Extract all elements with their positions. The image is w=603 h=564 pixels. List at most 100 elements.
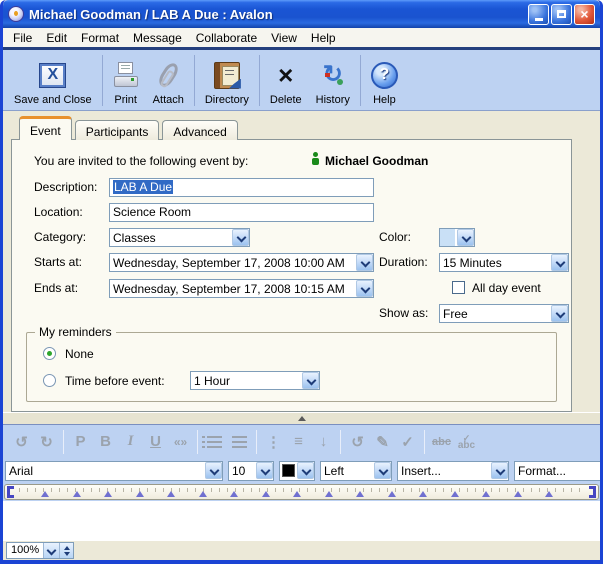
menu-message[interactable]: Message xyxy=(126,30,189,46)
tabstop-marker[interactable] xyxy=(167,491,175,497)
history-button[interactable]: ↻ History xyxy=(309,52,357,109)
menu-edit[interactable]: Edit xyxy=(39,30,74,46)
tabstop-marker[interactable] xyxy=(262,491,270,497)
fixed-font-icon[interactable]: «» xyxy=(168,431,193,453)
directory-button[interactable]: Directory xyxy=(198,52,256,109)
tabstop-marker[interactable] xyxy=(482,491,490,497)
time-before-select[interactable]: 1 Hour xyxy=(190,371,320,390)
print-button[interactable]: Print xyxy=(106,52,146,109)
font-family-select[interactable]: Arial xyxy=(5,461,223,481)
menu-format[interactable]: Format xyxy=(74,30,126,46)
tabstop-marker[interactable] xyxy=(356,491,364,497)
titlebar[interactable]: Michael Goodman / LAB A Due : Avalon × xyxy=(3,0,600,28)
tabstop-marker[interactable] xyxy=(293,491,301,497)
tab-participants[interactable]: Participants xyxy=(75,120,160,140)
left-margin-marker[interactable] xyxy=(7,486,14,498)
close-button[interactable]: × xyxy=(574,4,595,25)
font-size-select[interactable]: 10 xyxy=(228,461,274,481)
tab-advanced[interactable]: Advanced xyxy=(162,120,237,140)
revert-icon[interactable]: ↺ xyxy=(345,431,370,453)
window-title: Michael Goodman / LAB A Due : Avalon xyxy=(29,7,528,22)
chevron-down-icon[interactable] xyxy=(297,462,314,479)
tabstop-marker[interactable] xyxy=(451,491,459,497)
help-button[interactable]: ? Help xyxy=(364,52,405,109)
spell-check-icon[interactable]: abc xyxy=(454,431,479,453)
location-label: Location: xyxy=(34,203,83,222)
paragraph-marks-icon[interactable]: ≡ xyxy=(286,431,311,453)
tabstop-marker[interactable] xyxy=(514,491,522,497)
tabstop-marker[interactable] xyxy=(136,491,144,497)
ruler[interactable] xyxy=(4,484,599,500)
alignment-select[interactable]: Left xyxy=(320,461,392,481)
tabstop-marker[interactable] xyxy=(73,491,81,497)
font-color-select[interactable] xyxy=(279,461,315,481)
minimize-button[interactable] xyxy=(528,4,549,25)
tab-event[interactable]: Event xyxy=(19,116,72,140)
insert-select[interactable]: Insert... xyxy=(397,461,509,481)
chevron-down-icon[interactable] xyxy=(491,462,508,479)
undo-icon[interactable]: ↺ xyxy=(9,431,34,453)
save-and-close-button[interactable]: X Save and Close xyxy=(7,52,99,109)
chevron-down-icon[interactable] xyxy=(205,462,222,479)
tabstop-marker[interactable] xyxy=(325,491,333,497)
tabstop-marker[interactable] xyxy=(388,491,396,497)
move-down-icon[interactable]: ↓ xyxy=(311,431,336,453)
show-as-select[interactable]: Free xyxy=(439,304,569,323)
duration-select[interactable]: 15 Minutes xyxy=(439,253,569,272)
location-input[interactable]: Science Room xyxy=(109,203,374,222)
underline-icon[interactable]: U xyxy=(143,431,168,453)
chevron-down-icon[interactable] xyxy=(356,254,373,271)
all-day-checkbox[interactable] xyxy=(452,281,465,294)
italic-icon[interactable]: I xyxy=(118,431,143,453)
pen-icon[interactable]: ✎ xyxy=(370,431,395,453)
starts-at-select[interactable]: Wednesday, September 17, 2008 10:00 AM xyxy=(109,253,374,272)
delete-button[interactable]: × Delete xyxy=(263,52,309,109)
chevron-down-icon[interactable] xyxy=(457,229,474,246)
message-body[interactable] xyxy=(3,501,600,540)
chevron-down-icon[interactable] xyxy=(551,254,568,271)
window-icon xyxy=(8,6,24,22)
zoom-spinner[interactable] xyxy=(59,543,73,558)
format-select[interactable]: Format... xyxy=(514,461,602,481)
zoom-control[interactable]: 100% xyxy=(6,542,74,559)
close-icon: × xyxy=(580,7,588,21)
tabstop-marker[interactable] xyxy=(545,491,553,497)
chevron-down-icon[interactable] xyxy=(302,372,319,389)
zoom-dropdown-icon[interactable] xyxy=(43,543,59,558)
indent-icon[interactable]: ⋮ xyxy=(261,431,286,453)
description-input[interactable]: LAB A Due xyxy=(109,178,374,197)
chevron-down-icon[interactable] xyxy=(551,305,568,322)
chevron-down-icon[interactable] xyxy=(374,462,391,479)
chevron-down-icon[interactable] xyxy=(356,280,373,297)
tabstop-marker[interactable] xyxy=(104,491,112,497)
bulleted-list-icon[interactable] xyxy=(202,431,227,453)
approve-icon[interactable]: ✓ xyxy=(395,431,420,453)
menu-collaborate[interactable]: Collaborate xyxy=(189,30,264,46)
reminder-time-radio[interactable] xyxy=(43,374,56,387)
chevron-down-icon[interactable] xyxy=(232,229,249,246)
tabstop-marker[interactable] xyxy=(41,491,49,497)
plain-style-icon[interactable]: P xyxy=(68,431,93,453)
pane-splitter[interactable] xyxy=(3,412,600,424)
bold-icon[interactable]: B xyxy=(93,431,118,453)
chevron-down-icon[interactable] xyxy=(256,462,273,479)
color-select[interactable] xyxy=(439,228,475,247)
right-margin-marker[interactable] xyxy=(589,486,596,498)
category-select[interactable]: Classes xyxy=(109,228,250,247)
maximize-button[interactable] xyxy=(551,4,572,25)
menu-help[interactable]: Help xyxy=(304,30,343,46)
numbered-list-icon[interactable] xyxy=(227,431,252,453)
reminder-none-label: None xyxy=(65,347,94,361)
toolbar-separator xyxy=(360,55,361,106)
tabstop-marker[interactable] xyxy=(199,491,207,497)
ends-at-select[interactable]: Wednesday, September 17, 2008 10:15 AM xyxy=(109,279,374,298)
attach-button[interactable]: Attach xyxy=(146,52,191,109)
find-replace-icon[interactable]: abc xyxy=(429,431,454,453)
reminder-none-radio[interactable] xyxy=(43,347,56,360)
redo-icon[interactable]: ↻ xyxy=(34,431,59,453)
tabstop-marker[interactable] xyxy=(419,491,427,497)
tabstop-marker[interactable] xyxy=(230,491,238,497)
menu-file[interactable]: File xyxy=(6,30,39,46)
ruler-strip xyxy=(3,483,600,501)
menu-view[interactable]: View xyxy=(264,30,304,46)
